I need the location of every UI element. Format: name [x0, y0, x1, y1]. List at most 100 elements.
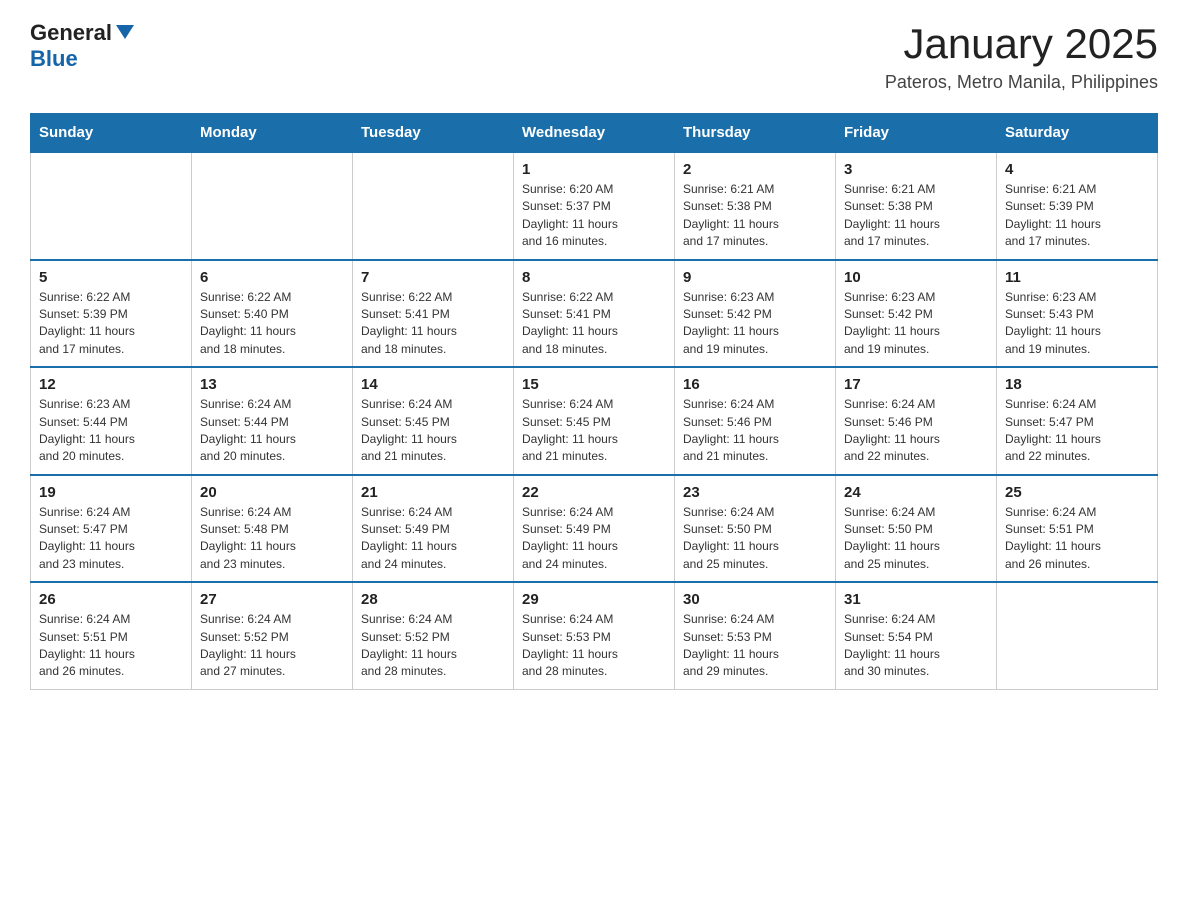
table-row: 21 Sunrise: 6:24 AMSunset: 5:49 PMDayligh…	[353, 475, 514, 583]
col-tuesday: Tuesday	[353, 114, 514, 153]
day-info: Sunrise: 6:24 AMSunset: 5:52 PMDaylight:…	[361, 611, 505, 681]
col-monday: Monday	[192, 114, 353, 153]
day-number: 16	[683, 376, 827, 393]
calendar-week-row: 5Sunrise: 6:22 AMSunset: 5:39 PMDaylight…	[31, 260, 1158, 368]
table-row	[997, 582, 1158, 689]
day-info: Sunrise: 6:24 AMSunset: 5:53 PMDaylight:…	[522, 611, 666, 681]
day-number: 30	[683, 591, 827, 608]
day-info: Sunrise: 6:24 AMSunset: 5:44 PMDaylight:…	[200, 396, 344, 466]
day-number: 18	[1005, 376, 1149, 393]
location-subtitle: Pateros, Metro Manila, Philippines	[885, 72, 1158, 93]
day-info: Sunrise: 6:24 AMSunset: 5:48 PMDaylight:…	[200, 504, 344, 574]
table-row: 9 Sunrise: 6:23 AMSunset: 5:42 PMDaylight…	[675, 260, 836, 368]
col-saturday: Saturday	[997, 114, 1158, 153]
page-header: General Blue January 2025 Pateros, Metro…	[30, 20, 1158, 93]
calendar-week-row: 26 Sunrise: 6:24 AMSunset: 5:51 PMDayligh…	[31, 582, 1158, 689]
day-number: 9	[683, 269, 827, 286]
day-number: 3	[844, 161, 988, 178]
col-sunday: Sunday	[31, 114, 192, 153]
table-row: 24 Sunrise: 6:24 AMSunset: 5:50 PMDayligh…	[836, 475, 997, 583]
table-row	[353, 152, 514, 260]
calendar-week-row: 1Sunrise: 6:20 AMSunset: 5:37 PMDaylight…	[31, 152, 1158, 260]
day-info: Sunrise: 6:24 AMSunset: 5:45 PMDaylight:…	[522, 396, 666, 466]
table-row: 23 Sunrise: 6:24 AMSunset: 5:50 PMDayligh…	[675, 475, 836, 583]
day-info: Sunrise: 6:24 AMSunset: 5:47 PMDaylight:…	[1005, 396, 1149, 466]
day-info: Sunrise: 6:21 AMSunset: 5:38 PMDaylight:…	[844, 181, 988, 251]
day-info: Sunrise: 6:24 AMSunset: 5:51 PMDaylight:…	[1005, 504, 1149, 574]
day-number: 8	[522, 269, 666, 286]
day-info: Sunrise: 6:24 AMSunset: 5:45 PMDaylight:…	[361, 396, 505, 466]
day-number: 28	[361, 591, 505, 608]
day-info: Sunrise: 6:23 AMSunset: 5:43 PMDaylight:…	[1005, 289, 1149, 359]
day-info: Sunrise: 6:24 AMSunset: 5:49 PMDaylight:…	[361, 504, 505, 574]
day-info: Sunrise: 6:24 AMSunset: 5:51 PMDaylight:…	[39, 611, 183, 681]
table-row: 27 Sunrise: 6:24 AMSunset: 5:52 PMDayligh…	[192, 582, 353, 689]
table-row: 4 Sunrise: 6:21 AMSunset: 5:39 PMDaylight…	[997, 152, 1158, 260]
day-number: 23	[683, 484, 827, 501]
table-row: 22 Sunrise: 6:24 AMSunset: 5:49 PMDayligh…	[514, 475, 675, 583]
day-info: Sunrise: 6:24 AMSunset: 5:50 PMDaylight:…	[683, 504, 827, 574]
logo: General Blue	[30, 20, 136, 72]
table-row: 28 Sunrise: 6:24 AMSunset: 5:52 PMDayligh…	[353, 582, 514, 689]
day-info: Sunrise: 6:24 AMSunset: 5:47 PMDaylight:…	[39, 504, 183, 574]
table-row: 13Sunrise: 6:24 AMSunset: 5:44 PMDayligh…	[192, 367, 353, 475]
table-row: 10Sunrise: 6:23 AMSunset: 5:42 PMDayligh…	[836, 260, 997, 368]
day-number: 12	[39, 376, 183, 393]
day-info: Sunrise: 6:24 AMSunset: 5:49 PMDaylight:…	[522, 504, 666, 574]
logo-triangle-icon	[114, 21, 136, 43]
day-number: 26	[39, 591, 183, 608]
table-row: 7Sunrise: 6:22 AMSunset: 5:41 PMDaylight…	[353, 260, 514, 368]
day-info: Sunrise: 6:21 AMSunset: 5:39 PMDaylight:…	[1005, 181, 1149, 251]
day-number: 4	[1005, 161, 1149, 178]
table-row: 8 Sunrise: 6:22 AMSunset: 5:41 PMDaylight…	[514, 260, 675, 368]
table-row	[31, 152, 192, 260]
day-number: 5	[39, 269, 183, 286]
day-number: 15	[522, 376, 666, 393]
calendar-table: Sunday Monday Tuesday Wednesday Thursday…	[30, 113, 1158, 690]
day-number: 2	[683, 161, 827, 178]
table-row: 30 Sunrise: 6:24 AMSunset: 5:53 PMDayligh…	[675, 582, 836, 689]
calendar-week-row: 19Sunrise: 6:24 AMSunset: 5:47 PMDayligh…	[31, 475, 1158, 583]
table-row: 1Sunrise: 6:20 AMSunset: 5:37 PMDaylight…	[514, 152, 675, 260]
table-row: 3 Sunrise: 6:21 AMSunset: 5:38 PMDaylight…	[836, 152, 997, 260]
col-friday: Friday	[836, 114, 997, 153]
table-row: 12 Sunrise: 6:23 AMSunset: 5:44 PMDayligh…	[31, 367, 192, 475]
day-info: Sunrise: 6:24 AMSunset: 5:46 PMDaylight:…	[844, 396, 988, 466]
day-number: 27	[200, 591, 344, 608]
table-row: 11 Sunrise: 6:23 AMSunset: 5:43 PMDayligh…	[997, 260, 1158, 368]
day-info: Sunrise: 6:23 AMSunset: 5:42 PMDaylight:…	[683, 289, 827, 359]
day-number: 1	[522, 161, 666, 178]
day-number: 22	[522, 484, 666, 501]
col-wednesday: Wednesday	[514, 114, 675, 153]
calendar-body: 1Sunrise: 6:20 AMSunset: 5:37 PMDaylight…	[31, 152, 1158, 689]
days-header-row: Sunday Monday Tuesday Wednesday Thursday…	[31, 114, 1158, 153]
calendar-week-row: 12 Sunrise: 6:23 AMSunset: 5:44 PMDayligh…	[31, 367, 1158, 475]
logo-general-text: General	[30, 20, 112, 46]
day-info: Sunrise: 6:24 AMSunset: 5:52 PMDaylight:…	[200, 611, 344, 681]
day-number: 24	[844, 484, 988, 501]
logo-blue-text: Blue	[30, 46, 78, 72]
day-number: 11	[1005, 269, 1149, 286]
table-row: 6Sunrise: 6:22 AMSunset: 5:40 PMDaylight…	[192, 260, 353, 368]
title-block: January 2025 Pateros, Metro Manila, Phil…	[885, 20, 1158, 93]
day-number: 29	[522, 591, 666, 608]
table-row: 19Sunrise: 6:24 AMSunset: 5:47 PMDayligh…	[31, 475, 192, 583]
day-number: 21	[361, 484, 505, 501]
day-info: Sunrise: 6:24 AMSunset: 5:53 PMDaylight:…	[683, 611, 827, 681]
day-info: Sunrise: 6:22 AMSunset: 5:41 PMDaylight:…	[522, 289, 666, 359]
day-info: Sunrise: 6:23 AMSunset: 5:44 PMDaylight:…	[39, 396, 183, 466]
table-row: 2Sunrise: 6:21 AMSunset: 5:38 PMDaylight…	[675, 152, 836, 260]
month-year-title: January 2025	[885, 20, 1158, 68]
table-row: 16Sunrise: 6:24 AMSunset: 5:46 PMDayligh…	[675, 367, 836, 475]
day-number: 10	[844, 269, 988, 286]
table-row: 31Sunrise: 6:24 AMSunset: 5:54 PMDayligh…	[836, 582, 997, 689]
day-number: 20	[200, 484, 344, 501]
day-number: 25	[1005, 484, 1149, 501]
table-row: 20 Sunrise: 6:24 AMSunset: 5:48 PMDayligh…	[192, 475, 353, 583]
day-number: 14	[361, 376, 505, 393]
day-info: Sunrise: 6:24 AMSunset: 5:50 PMDaylight:…	[844, 504, 988, 574]
col-thursday: Thursday	[675, 114, 836, 153]
table-row: 26 Sunrise: 6:24 AMSunset: 5:51 PMDayligh…	[31, 582, 192, 689]
table-row: 5Sunrise: 6:22 AMSunset: 5:39 PMDaylight…	[31, 260, 192, 368]
day-number: 31	[844, 591, 988, 608]
